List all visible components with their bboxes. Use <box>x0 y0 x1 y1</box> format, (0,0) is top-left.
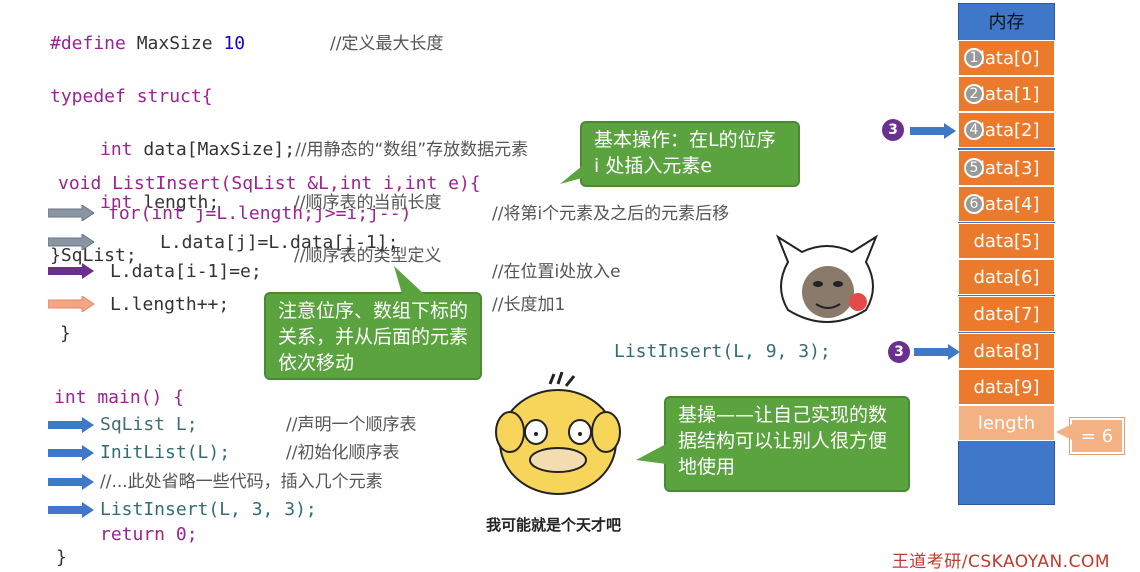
arrow-blue-icon <box>48 417 94 433</box>
memory-cell: data[9] <box>958 369 1055 405</box>
code-insert-assign: L.data[i-1]=e; <box>110 261 262 282</box>
code-line-data: int data[MaxSize];//用静态的“数组”存放数据元素 <box>100 139 529 160</box>
memory-cell: data[7] <box>958 296 1055 332</box>
callout-pointer-icon <box>560 166 582 184</box>
call-example: ListInsert(L, 9, 3); <box>614 341 831 362</box>
comment-main-l1: //声明一个顺序表 <box>286 415 417 435</box>
callout-basic-op: 基本操作：在L的位序 i 处插入元素e <box>580 121 800 187</box>
order-circle: 2 <box>964 84 984 104</box>
arrow-blue-icon <box>48 474 94 490</box>
code-main-l2: InitList(L); <box>100 442 231 463</box>
callout-pointer-icon <box>394 266 424 294</box>
comment-for: //将第i个元素及之后的元素后移 <box>492 204 730 224</box>
callout-basic-op-text: 基本操作：在L的位序 i 处插入元素e <box>594 129 776 177</box>
meme-face-icon <box>775 234 879 323</box>
code-insert-signature: void ListInsert(SqList &L,int i,int e){ <box>58 173 481 194</box>
memory-cell: data[5] <box>958 223 1055 259</box>
order-circle: 4 <box>964 120 984 140</box>
psyduck-icon <box>495 372 621 495</box>
memory-cell: data[8] <box>958 333 1055 369</box>
code-main-close: } <box>56 547 67 568</box>
arrow-blue-icon <box>914 344 960 360</box>
callout-pointer-icon <box>636 444 666 464</box>
marker-three: 3 <box>882 119 904 141</box>
callout-jicao: 基操——让自己实现的数据结构可以让别人很方便地使用 <box>664 396 910 492</box>
comment-inc: //长度加1 <box>492 295 566 315</box>
code-insert-shift: L.data[j]=L.data[j-1]; <box>160 232 399 253</box>
caption-duck: 我可能就是个天才吧 <box>486 516 622 534</box>
comment-main-l2: //初始化顺序表 <box>286 443 400 463</box>
length-value-badge: = 6 <box>1070 418 1124 454</box>
order-circle: 6 <box>964 194 984 214</box>
callout-note: 注意位序、数组下标的关系，并从后面的元素依次移动 <box>264 292 482 380</box>
memory-title: 内存 <box>988 12 1025 33</box>
code-main-l3: //...此处省略一些代码，插入几个元素 <box>100 472 383 492</box>
code-main-return: return 0; <box>100 524 198 545</box>
badge-pointer-icon <box>1056 424 1072 440</box>
code-line-define: #define MaxSize 10//定义最大长度 <box>50 33 444 54</box>
arrow-purple-icon <box>48 263 94 279</box>
code-insert-inc: L.length++; <box>110 294 230 315</box>
arrow-blue-icon <box>48 445 94 461</box>
code-main-l1: SqList L; <box>100 414 198 435</box>
code-insert-for: for(int j=L.length;j>=i;j--) <box>108 203 412 224</box>
arrow-orange-icon <box>48 296 94 312</box>
code-main-l4: ListInsert(L, 3, 3); <box>100 499 317 520</box>
arrow-gray-icon <box>48 205 94 221</box>
code-line-typedef: typedef struct{ <box>50 86 213 107</box>
footer-brand: 王道考研/CSKAOYAN.COM <box>891 552 1110 572</box>
arrow-gray-icon <box>48 234 94 250</box>
marker-three: 3 <box>888 341 910 363</box>
code-main-signature: int main() { <box>54 387 185 408</box>
callout-note-text: 注意位序、数组下标的关系，并从后面的元素依次移动 <box>278 300 469 374</box>
order-circle: 1 <box>964 48 984 68</box>
arrow-blue-icon <box>48 502 94 518</box>
code-insert-close: } <box>60 323 71 344</box>
arrow-blue-icon <box>910 123 956 139</box>
memory-length-cell: length <box>958 405 1055 441</box>
callout-jicao-text: 基操——让自己实现的数据结构可以让别人很方便地使用 <box>678 404 888 478</box>
comment-assign: //在位置i处放入e <box>492 262 621 282</box>
memory-cell: data[6] <box>958 259 1055 295</box>
order-circle: 5 <box>964 158 984 178</box>
